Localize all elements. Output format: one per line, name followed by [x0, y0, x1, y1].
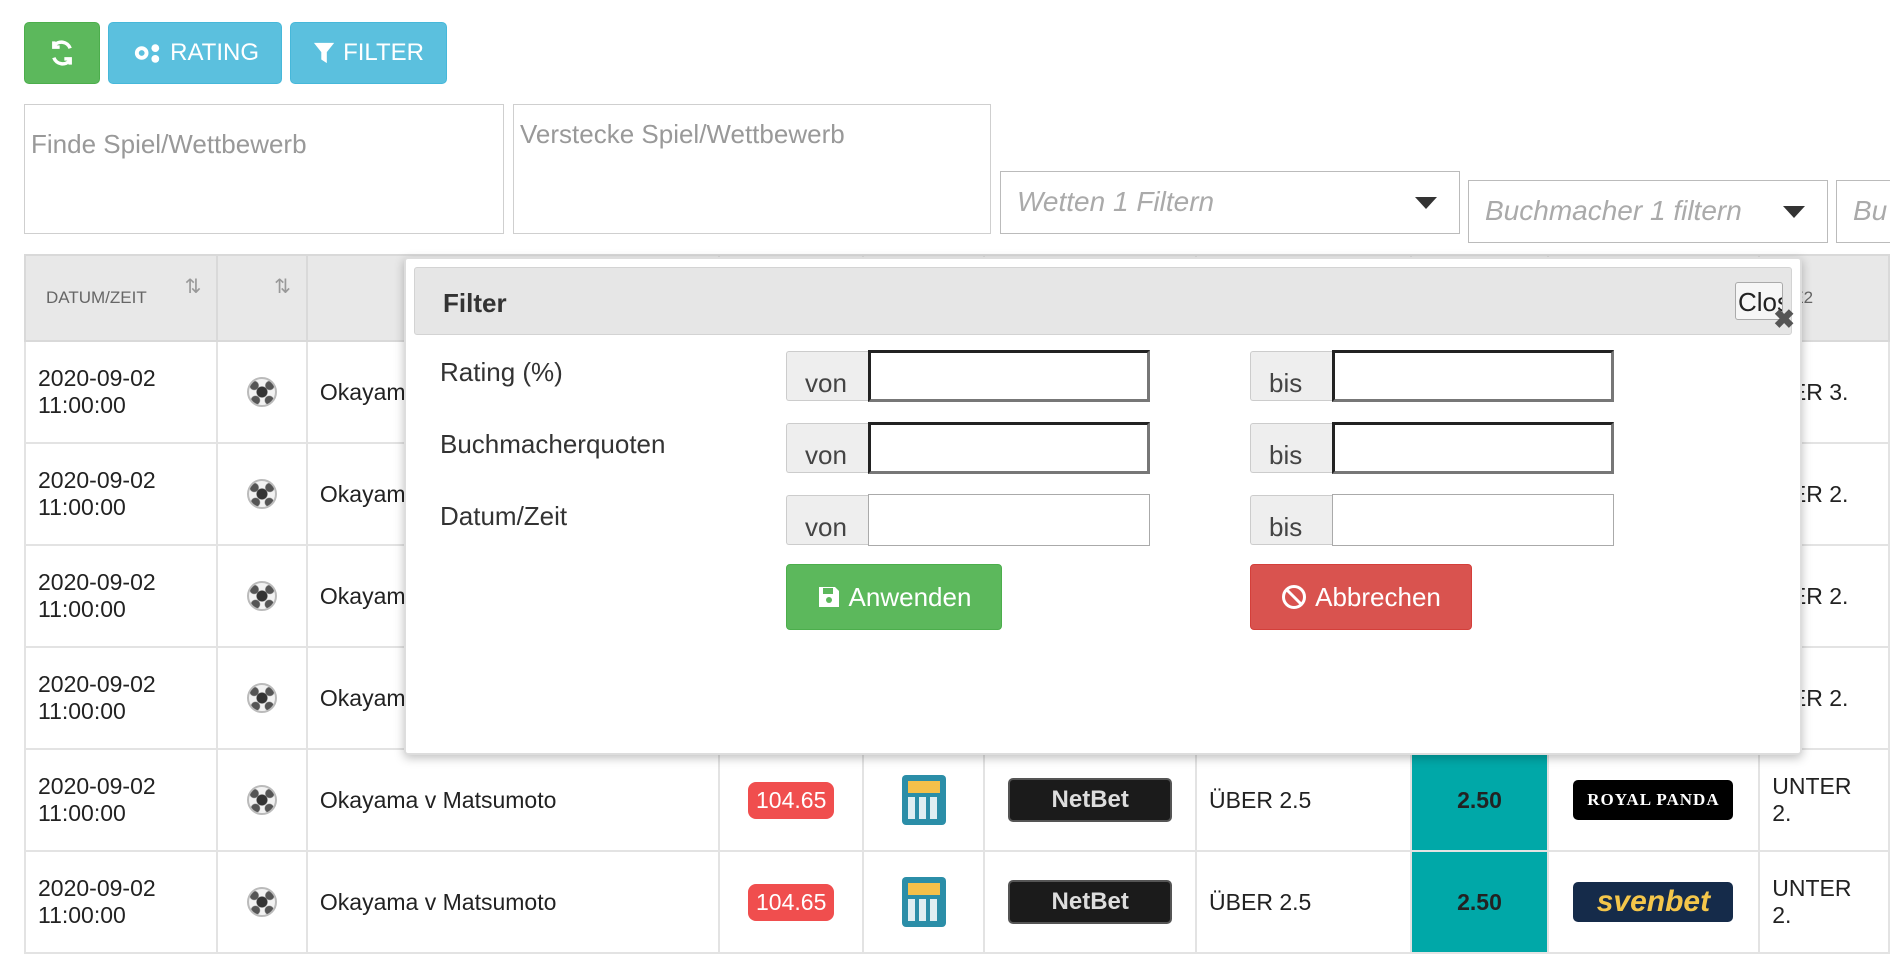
soccer-ball-icon — [247, 785, 278, 815]
row-time: 11:00:00 — [38, 698, 126, 724]
row-under: UNTER 2. — [1758, 850, 1890, 954]
odds-from-addon: von — [786, 423, 868, 473]
rating-filter-label: Rating (%) — [440, 357, 563, 387]
datetime-filter-label: Datum/Zeit — [440, 501, 568, 531]
bookmaker2-filter-placeholder: Bu — [1853, 195, 1888, 226]
datetime-header-label: DATUM/ZEIT — [46, 288, 147, 307]
chevron-down-icon — [1783, 206, 1805, 218]
refresh-button[interactable] — [24, 22, 100, 84]
bookmaker2-name: svenbet — [1596, 885, 1711, 918]
datetime-from-input[interactable] — [868, 494, 1150, 546]
soccer-ball-icon — [247, 683, 278, 713]
datetime-to-addon: bis — [1250, 495, 1332, 545]
chevron-down-icon — [1415, 197, 1437, 209]
row-time: 11:00:00 — [38, 494, 126, 520]
row-match[interactable]: Okayama v Matsumoto — [305, 748, 721, 852]
row-time: 11:00:00 — [38, 800, 126, 826]
modal-title: Filter — [443, 288, 507, 318]
gears-icon — [134, 44, 160, 63]
apply-button[interactable]: Anwenden — [786, 564, 1002, 630]
close-icon[interactable]: ✖ — [1773, 304, 1795, 335]
find-match-input[interactable]: Finde Spiel/Wettbewerb — [24, 104, 504, 234]
soccer-ball-icon — [247, 377, 278, 407]
row-time: 11:00:00 — [38, 902, 126, 928]
apply-button-label: Anwenden — [848, 581, 972, 612]
filter-button[interactable]: FILTER — [290, 22, 447, 84]
table-row[interactable]: 2020-09-02 11:00:00 Okayama v Matsumoto 1… — [23, 748, 1890, 852]
soccer-ball-icon — [247, 479, 278, 509]
datetime-column-header[interactable]: DATUM/ZEIT ⇅ — [23, 254, 219, 342]
bookmaker1-name: NetBet — [1051, 888, 1129, 915]
row-date: 2020-09-02 — [38, 773, 156, 799]
hide-match-input[interactable]: Verstecke Spiel/Wettbewerb — [513, 104, 991, 234]
rating-from-input[interactable] — [868, 350, 1150, 402]
row-date: 2020-09-02 — [38, 467, 156, 493]
row-date: 2020-09-02 — [38, 671, 156, 697]
row-date: 2020-09-02 — [38, 365, 156, 391]
row-over: ÜBER 2.5 — [1195, 748, 1413, 852]
ban-icon — [1282, 585, 1307, 609]
refresh-icon — [52, 40, 72, 66]
datetime-from-addon: von — [786, 495, 868, 545]
row-time: 11:00:00 — [38, 392, 126, 418]
odds-value[interactable]: 2.50 — [1410, 850, 1549, 954]
bookmaker1-name: NetBet — [1051, 786, 1129, 813]
rating-button[interactable]: RATING — [108, 22, 282, 84]
filter-button-label: FILTER — [343, 39, 424, 66]
bookmaker-filter-placeholder: Buchmacher 1 filtern — [1485, 195, 1742, 226]
calculator-icon[interactable] — [901, 775, 946, 825]
row-date: 2020-09-02 — [38, 875, 156, 901]
netbet-logo[interactable]: NetBet — [1008, 880, 1173, 924]
modal-header: Filter Close ✖ — [414, 267, 1795, 335]
hide-match-placeholder: Verstecke Spiel/Wettbewerb — [520, 119, 845, 149]
odds-from-input[interactable] — [868, 422, 1150, 474]
bets-filter-placeholder: Wetten 1 Filtern — [1017, 186, 1215, 217]
row-match[interactable]: Okayama v Matsumoto — [305, 850, 721, 954]
sort-icon[interactable]: ⇅ — [274, 274, 291, 299]
rating-badge: 104.65 — [748, 781, 835, 819]
odds-filter-label: Buchmacherquoten — [440, 429, 666, 459]
rating-button-label: RATING — [170, 39, 259, 66]
rating-to-input[interactable] — [1332, 350, 1614, 402]
filter-icon — [313, 42, 335, 64]
rating-from-addon: von — [786, 351, 868, 401]
filter-modal: Filter Close ✖ Rating (%) von bis Buchma… — [404, 257, 1802, 755]
datetime-to-input[interactable] — [1332, 494, 1614, 546]
soccer-ball-icon — [247, 887, 278, 917]
odds-to-addon: bis — [1250, 423, 1332, 473]
calculator-icon[interactable] — [901, 877, 946, 927]
row-over: ÜBER 2.5 — [1195, 850, 1413, 954]
bookmaker-filter-select[interactable]: Buchmacher 1 filtern — [1468, 180, 1828, 243]
odds-to-input[interactable] — [1332, 422, 1614, 474]
royal-panda-logo[interactable]: ROYAL PANDA — [1573, 780, 1734, 820]
rating-to-addon: bis — [1250, 351, 1332, 401]
soccer-ball-icon — [247, 581, 278, 611]
bets-filter-select[interactable]: Wetten 1 Filtern — [1000, 171, 1460, 234]
sort-icon[interactable]: ⇅ — [185, 274, 202, 299]
odds-value[interactable]: 2.50 — [1410, 748, 1549, 852]
row-date: 2020-09-02 — [38, 569, 156, 595]
cancel-button-label: Abbrechen — [1315, 581, 1441, 612]
save-icon — [818, 587, 839, 607]
sport-column-header[interactable]: ⇅ — [216, 254, 308, 342]
row-under: UNTER 2. — [1758, 748, 1890, 852]
bookmaker2-filter-select[interactable]: Bu — [1836, 180, 1890, 243]
find-match-placeholder: Finde Spiel/Wettbewerb — [31, 129, 307, 159]
table-row[interactable]: 2020-09-02 11:00:00 Okayama v Matsumoto 1… — [23, 850, 1890, 954]
toolbar: RATING FILTER — [24, 22, 447, 84]
row-time: 11:00:00 — [38, 596, 126, 622]
cancel-button[interactable]: Abbrechen — [1250, 564, 1472, 630]
svenbet-logo[interactable]: svenbet — [1573, 882, 1734, 922]
rating-badge: 104.65 — [748, 883, 835, 921]
netbet-logo[interactable]: NetBet — [1008, 778, 1173, 822]
bookmaker2-name: ROYAL PANDA — [1587, 790, 1720, 809]
